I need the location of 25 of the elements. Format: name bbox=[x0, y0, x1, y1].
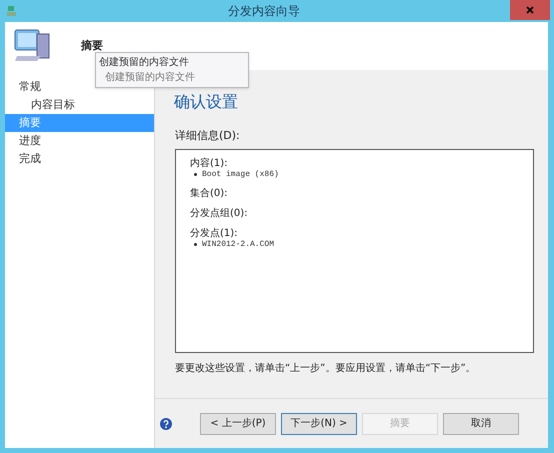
details-heading: 内容(1): bbox=[190, 158, 229, 170]
section-heading: 确认设置 bbox=[174, 91, 239, 113]
bullet-icon bbox=[194, 173, 197, 176]
tooltip-title: 创建预留的内容文件 bbox=[99, 56, 190, 70]
details-item: Boot image (x86) bbox=[202, 170, 279, 180]
wizard-button[interactable]: < 上一步(P) bbox=[200, 412, 276, 434]
sidebar-item[interactable]: 进度 bbox=[5, 132, 154, 150]
bullet-icon bbox=[194, 243, 197, 246]
close-icon bbox=[526, 6, 534, 14]
close-button[interactable] bbox=[510, 0, 550, 20]
details-label: 详细信息(D): bbox=[175, 128, 241, 144]
sidebar-item[interactable]: 内容目标 bbox=[5, 96, 154, 114]
app-icon bbox=[6, 5, 18, 17]
tooltip-text: 创建预留的内容文件 bbox=[104, 70, 196, 85]
window-title: 分发内容向导 bbox=[227, 3, 301, 20]
page-title: 摘要 bbox=[81, 38, 103, 54]
details-heading: 集合(0): bbox=[190, 188, 229, 200]
help-icon[interactable] bbox=[160, 418, 172, 430]
wizard-button[interactable]: 下一步(N) > bbox=[281, 412, 357, 434]
details-item: WIN2012-2.A.COM bbox=[202, 240, 274, 250]
sidebar-item[interactable]: 完成 bbox=[5, 150, 154, 168]
details-heading: 分发点组(0): bbox=[190, 208, 249, 220]
wizard-button[interactable]: 取消 bbox=[443, 412, 519, 434]
details-heading: 分发点(1): bbox=[190, 228, 239, 240]
instruction-text: 要更改这些设置，请单击“上一步”。要应用设置，请单击“下一步”。 bbox=[175, 362, 477, 376]
